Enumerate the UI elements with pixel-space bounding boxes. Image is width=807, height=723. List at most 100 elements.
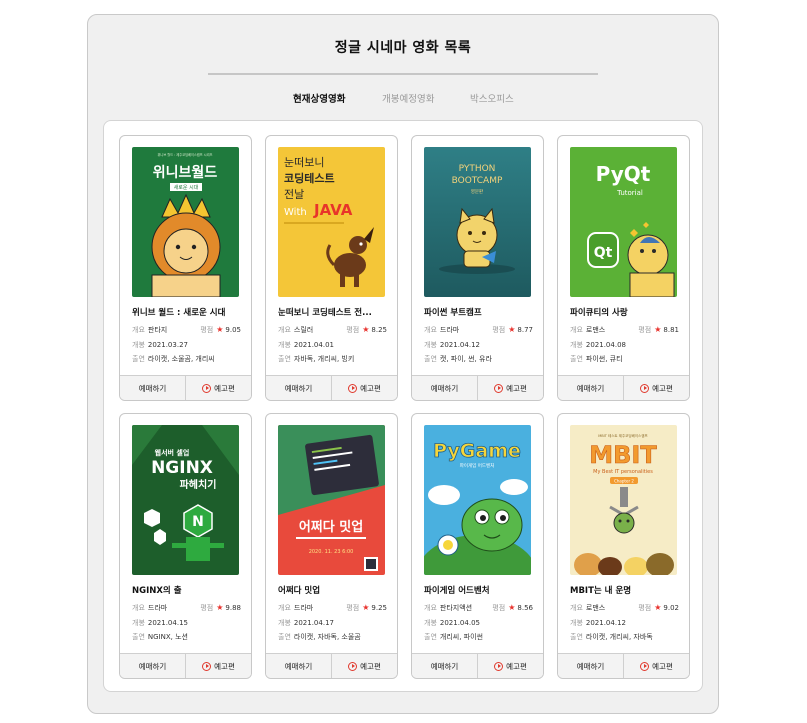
svg-text:PyQt: PyQt [596,162,651,186]
book-button-label: 예매하기 [138,661,167,671]
movie-grid: 위니브 월드 : 제주코딩베이스캠프 시리즈 위니브월드 새로운 시대 위니브 … [103,120,703,692]
trailer-button[interactable]: 예고편 [331,654,397,678]
genre-value: 로맨스 [585,326,606,334]
movie-poster[interactable]: PYTHON BOOTCAMP 영문판 [424,147,531,297]
svg-text:전날: 전날 [284,188,304,201]
trailer-button[interactable]: 예고편 [477,376,543,400]
trailer-button-label: 예고편 [214,661,235,671]
movie-poster[interactable]: PyGame 파이게임 어드벤처 [424,425,531,575]
trailer-button[interactable]: 예고편 [623,654,689,678]
poster-pygame: PyGame 파이게임 어드벤처 [424,425,531,575]
movie-poster[interactable]: 눈떠보니 코딩테스트 전날 With JAVA [278,147,385,297]
movie-title[interactable]: 파이썬 부트캠프 [424,306,539,318]
svg-text:2020. 11. 23 6:00: 2020. 11. 23 6:00 [309,549,354,555]
movie-title[interactable]: 파이게임 어드벤처 [424,584,539,596]
movie-genre: 개요 로맨스 [570,325,605,335]
rating-value: 9.25 [371,604,387,612]
movie-poster[interactable]: 웹서버 셀업 NGINX 파헤치기 N [132,425,239,575]
cast-label: 출연 [424,355,437,363]
trailer-button[interactable]: 예고편 [623,376,689,400]
book-button[interactable]: 예매하기 [412,654,477,678]
svg-text:Tutorial: Tutorial [616,189,643,197]
book-button-label: 예매하기 [284,383,313,393]
movie-cast: 출연 개리씨, 파이썬 [424,632,483,642]
movie-card: MBIT 테스트 제주코딩베이스캠프 MBIT My Best IT perso… [557,413,690,679]
tab-now-showing[interactable]: 현재상영영화 [293,91,345,105]
book-button[interactable]: 예매하기 [412,376,477,400]
play-icon [494,383,504,393]
movie-genre: 개요 드라마 [424,325,459,335]
genre-label: 개요 [132,604,145,612]
trailer-button-label: 예고편 [652,383,673,393]
cast-label: 출연 [570,355,583,363]
movie-poster[interactable]: 어쩌다 밋업 2020. 11. 23 6:00 [278,425,385,575]
genre-label: 개요 [424,326,437,334]
poster-winib-world: 위니브 월드 : 제주코딩베이스캠프 시리즈 위니브월드 새로운 시대 [132,147,239,297]
movie-card: PyGame 파이게임 어드벤처 파이게임 어드벤처 개요 판타지액션 평점 ★… [411,413,544,679]
trailer-button-label: 예고편 [652,661,673,671]
card-actions: 예매하기 예고편 [558,653,689,678]
movie-title[interactable]: MBIT는 내 운명 [570,584,685,596]
trailer-button[interactable]: 예고편 [185,654,251,678]
tab-coming-soon[interactable]: 개봉예정영화 [382,91,434,105]
movie-title[interactable]: NGINX의 출 [132,584,247,596]
movie-poster[interactable]: PyQt Tutorial Qt [570,147,677,297]
movie-genre: 개요 드라마 [132,603,167,613]
trailer-button[interactable]: 예고편 [185,376,251,400]
movie-cast: 출연 캣, 파이, 썬, 유라 [424,354,492,364]
trailer-button[interactable]: 예고편 [477,654,543,678]
book-button[interactable]: 예매하기 [266,654,331,678]
movie-rating: 평점 ★ 8.25 [346,325,387,335]
release-label: 개봉 [278,619,291,627]
movie-release: 개봉 2021.03.27 [132,340,188,350]
tab-box-office[interactable]: 박스오피스 [470,91,514,105]
movie-genre: 개요 판타지액션 [424,603,472,613]
release-label: 개봉 [132,341,145,349]
book-button[interactable]: 예매하기 [266,376,331,400]
movie-rating: 평점 ★ 8.81 [638,325,679,335]
trailer-button[interactable]: 예고편 [331,376,397,400]
movie-cast: 출연 라이캣, 소울곰, 개리씨 [132,354,215,364]
movie-release: 개봉 2021.04.05 [424,618,480,628]
rating-label: 평점 [200,604,214,612]
svg-text:파이게임 어드벤처: 파이게임 어드벤처 [460,462,495,469]
movie-title[interactable]: 파이큐티의 사랑 [570,306,685,318]
svg-text:PYTHON: PYTHON [459,164,496,174]
release-label: 개봉 [424,341,437,349]
movie-title[interactable]: 눈떠보니 코딩테스트 전... [278,306,393,318]
star-icon: ★ [216,325,224,334]
book-button[interactable]: 예매하기 [558,376,623,400]
card-actions: 예매하기 예고편 [558,375,689,400]
play-icon [202,661,212,671]
book-button[interactable]: 예매하기 [558,654,623,678]
movie-card: 어쩌다 밋업 2020. 11. 23 6:00 어쩌다 밋업 개요 드라마 평점… [265,413,398,679]
movie-poster[interactable]: 위니브 월드 : 제주코딩베이스캠프 시리즈 위니브월드 새로운 시대 [132,147,239,297]
book-button-label: 예매하기 [576,383,605,393]
release-label: 개봉 [570,619,583,627]
movie-poster[interactable]: MBIT 테스트 제주코딩베이스캠프 MBIT My Best IT perso… [570,425,677,575]
trailer-button-label: 예고편 [506,383,527,393]
genre-label: 개요 [278,326,291,334]
book-button[interactable]: 예매하기 [120,654,185,678]
movie-title[interactable]: 어쩌다 밋업 [278,584,393,596]
movie-card: 웹서버 셀업 NGINX 파헤치기 N NGINX의 출 개요 드라마 평점 ★ 9.… [119,413,252,679]
book-button[interactable]: 예매하기 [120,376,185,400]
svg-text:새로운 시대: 새로운 시대 [174,184,199,191]
cast-value: 파이썬, 큐티 [585,355,623,363]
movie-title[interactable]: 위니브 월드 : 새로운 시대 [132,306,247,318]
rating-label: 평점 [638,326,652,334]
genre-value: 판타지 [147,326,168,334]
rating-value: 8.81 [663,326,679,334]
poster-mbit: MBIT 테스트 제주코딩베이스캠프 MBIT My Best IT perso… [570,425,677,575]
rating-label: 평점 [346,326,360,334]
rating-value: 9.02 [663,604,679,612]
tab-bar: 현재상영영화 개봉예정영화 박스오피스 [88,91,718,107]
book-button-label: 예매하기 [430,661,459,671]
genre-value: 스릴러 [293,326,314,334]
svg-text:JAVA: JAVA [313,201,353,219]
cast-value: 캣, 파이, 썬, 유라 [439,355,492,363]
movie-rating: 평점 ★ 9.05 [200,325,241,335]
rating-label: 평점 [492,326,506,334]
svg-text:My Best IT personalities: My Best IT personalities [593,469,653,475]
movie-release: 개봉 2021.04.12 [424,340,480,350]
